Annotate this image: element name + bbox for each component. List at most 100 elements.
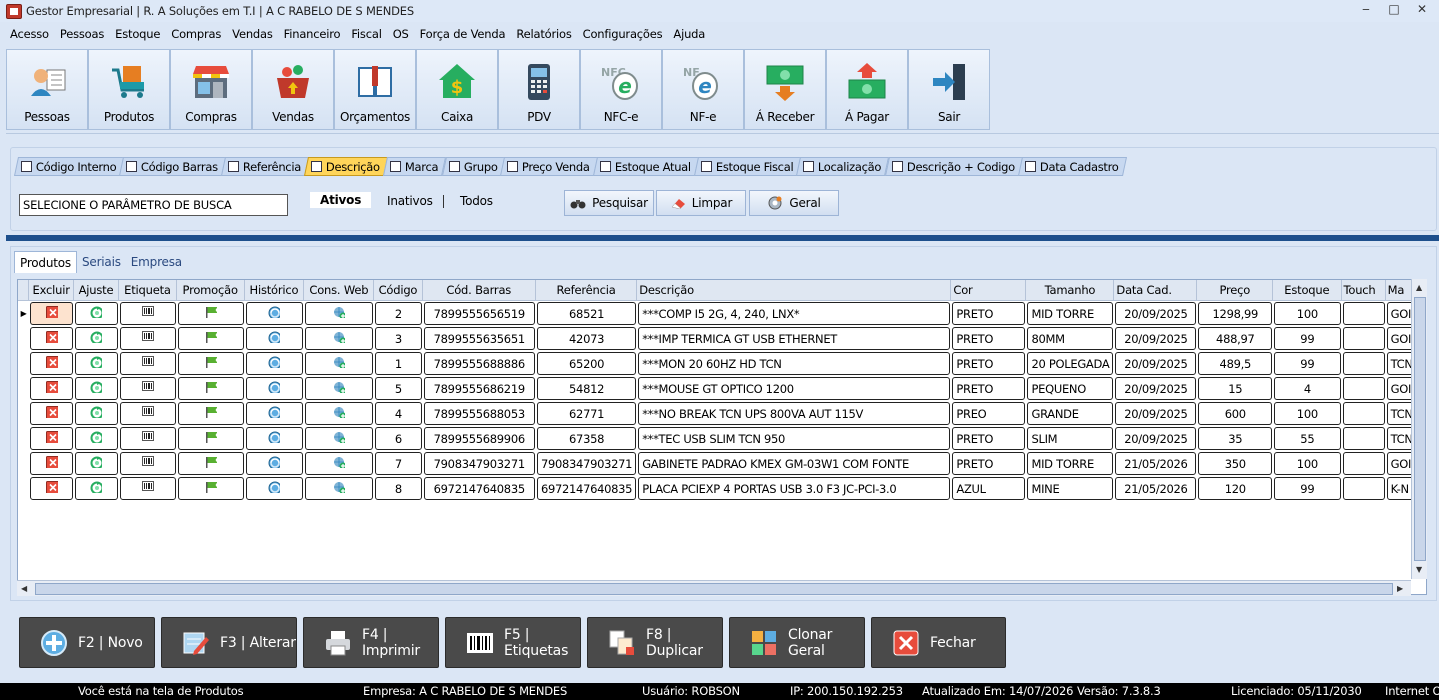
cell-etiqueta[interactable] bbox=[119, 301, 177, 326]
toolbar-sair-button[interactable]: Sair bbox=[908, 49, 990, 130]
cell-excluir[interactable] bbox=[29, 476, 74, 501]
cell-cod-barras[interactable]: 7899555656519 bbox=[423, 301, 536, 326]
header-historico[interactable]: Histórico bbox=[244, 280, 305, 301]
cell-tamanho[interactable]: MINE bbox=[1026, 476, 1114, 501]
promocao-button[interactable] bbox=[177, 327, 244, 350]
cell-excluir[interactable] bbox=[29, 351, 74, 376]
cell-cod-barras[interactable]: 7899555635651 bbox=[423, 326, 536, 351]
tab-estoque-fiscal[interactable]: Estoque Fiscal bbox=[694, 157, 802, 176]
cell-estoque[interactable]: 55 bbox=[1273, 426, 1341, 451]
excluir-button[interactable] bbox=[30, 377, 73, 400]
minimize-button[interactable]: ‒ bbox=[1359, 2, 1373, 16]
cell-descricao[interactable]: PLACA PCIEXP 4 PORTAS USB 3.0 F3 JC-PCI-… bbox=[637, 476, 951, 501]
cell-data-cad[interactable]: 20/09/2025 bbox=[1114, 351, 1197, 376]
tab-referencia[interactable]: Referência bbox=[221, 157, 310, 176]
cell-etiqueta[interactable] bbox=[119, 426, 177, 451]
cell-cod-barras[interactable]: 6972147640835 bbox=[423, 476, 536, 501]
cell-cons-web[interactable] bbox=[304, 426, 374, 451]
menu-os[interactable]: OS bbox=[389, 27, 413, 41]
close-window-button[interactable]: ✕ bbox=[1415, 2, 1429, 16]
cell-data-cad[interactable]: 20/09/2025 bbox=[1114, 426, 1197, 451]
cell-estoque[interactable]: 100 bbox=[1273, 401, 1341, 426]
cell-descricao[interactable]: ***MON 20 60HZ HD TCN bbox=[637, 351, 951, 376]
historico-button[interactable] bbox=[245, 477, 304, 500]
tab-empresa[interactable]: Empresa bbox=[126, 251, 187, 273]
novo-button[interactable]: F2 | Novo bbox=[19, 617, 155, 668]
header-ajuste[interactable]: Ajuste bbox=[73, 280, 120, 301]
cell-preco[interactable]: 120 bbox=[1197, 476, 1273, 501]
excluir-button[interactable] bbox=[30, 477, 73, 500]
cell-ajuste[interactable] bbox=[74, 326, 119, 351]
cons-web-button[interactable] bbox=[305, 377, 374, 400]
cell-tamanho[interactable]: 20 POLEGADA bbox=[1026, 351, 1114, 376]
cell-data-cad[interactable]: 20/09/2025 bbox=[1114, 301, 1197, 326]
toolbar-orcamentos-button[interactable]: Orçamentos bbox=[334, 49, 416, 130]
historico-button[interactable] bbox=[245, 377, 304, 400]
cell-preco[interactable]: 600 bbox=[1197, 401, 1273, 426]
cell-cons-web[interactable] bbox=[304, 401, 374, 426]
cell-touch[interactable] bbox=[1342, 476, 1386, 501]
historico-button[interactable] bbox=[245, 402, 304, 425]
tab-produtos[interactable]: Produtos bbox=[14, 251, 77, 273]
table-row[interactable]: 1 7899555688886 65200 ***MON 20 60HZ HD TCN… bbox=[18, 351, 1426, 376]
cell-tamanho[interactable]: SLIM bbox=[1026, 426, 1114, 451]
cell-touch[interactable] bbox=[1342, 451, 1386, 476]
cell-preco[interactable]: 350 bbox=[1197, 451, 1273, 476]
tab-marca[interactable]: Marca bbox=[383, 157, 447, 176]
cell-descricao[interactable]: ***COMP I5 2G, 4, 240, LNX* bbox=[637, 301, 951, 326]
cell-estoque[interactable]: 100 bbox=[1273, 451, 1341, 476]
cell-descricao[interactable]: GABINETE PADRAO KMEX GM-03W1 COM FONTE bbox=[637, 451, 951, 476]
horizontal-scrollbar[interactable]: ◀ ▶ bbox=[17, 580, 1411, 596]
horizontal-scroll-thumb[interactable] bbox=[35, 583, 1393, 595]
cell-etiqueta[interactable] bbox=[119, 476, 177, 501]
historico-button[interactable] bbox=[245, 302, 304, 325]
cell-cor[interactable]: AZUL bbox=[951, 476, 1026, 501]
cons-web-button[interactable] bbox=[305, 352, 374, 375]
etiqueta-button[interactable] bbox=[120, 477, 176, 500]
etiqueta-button[interactable] bbox=[120, 352, 176, 375]
cell-codigo[interactable]: 5 bbox=[374, 376, 422, 401]
ajuste-button[interactable] bbox=[74, 302, 119, 325]
cell-cons-web[interactable] bbox=[304, 476, 374, 501]
toolbar-a-pagar-button[interactable]: Á Pagar bbox=[826, 49, 908, 130]
cell-cod-barras[interactable]: 7908347903271 bbox=[423, 451, 536, 476]
cell-preco[interactable]: 488,97 bbox=[1197, 326, 1273, 351]
cell-cod-barras[interactable]: 7899555689906 bbox=[423, 426, 536, 451]
cell-excluir[interactable] bbox=[29, 401, 74, 426]
toolbar-a-receber-button[interactable]: Á Receber bbox=[744, 49, 826, 130]
etiqueta-button[interactable] bbox=[120, 402, 176, 425]
excluir-button[interactable] bbox=[30, 327, 73, 350]
scroll-right-icon[interactable]: ▶ bbox=[1397, 584, 1403, 593]
tab-data-cadastro[interactable]: Data Cadastro bbox=[1017, 157, 1127, 176]
ajuste-button[interactable] bbox=[74, 352, 119, 375]
tab-preco-venda[interactable]: Preço Venda bbox=[500, 157, 599, 176]
cell-excluir[interactable] bbox=[29, 376, 74, 401]
scroll-down-icon[interactable]: ▼ bbox=[1416, 565, 1422, 574]
table-row[interactable]: 6 7899555689906 67358 ***TEC USB SLIM TCN 9… bbox=[18, 426, 1426, 451]
tab-descricao-codigo[interactable]: Descrição + Codigo bbox=[884, 157, 1023, 176]
promocao-button[interactable] bbox=[177, 302, 244, 325]
clonar-geral-button[interactable]: Clonar Geral bbox=[729, 617, 865, 668]
menu-compras[interactable]: Compras bbox=[167, 27, 225, 41]
cell-historico[interactable] bbox=[245, 351, 305, 376]
menu-relatorios[interactable]: Relatórios bbox=[512, 27, 575, 41]
cell-cons-web[interactable] bbox=[304, 326, 374, 351]
clear-button[interactable]: Limpar bbox=[656, 190, 746, 216]
cell-cons-web[interactable] bbox=[304, 451, 374, 476]
toolbar-vendas-button[interactable]: Vendas bbox=[252, 49, 334, 130]
cell-excluir[interactable] bbox=[29, 426, 74, 451]
cell-touch[interactable] bbox=[1342, 376, 1386, 401]
cell-data-cad[interactable]: 20/09/2025 bbox=[1114, 326, 1197, 351]
etiqueta-button[interactable] bbox=[120, 452, 176, 475]
cell-codigo[interactable]: 1 bbox=[374, 351, 422, 376]
cell-referencia[interactable]: 67358 bbox=[536, 426, 637, 451]
filter-ativos[interactable]: Ativos bbox=[310, 192, 372, 208]
cell-referencia[interactable]: 42073 bbox=[536, 326, 637, 351]
cell-cons-web[interactable] bbox=[304, 376, 374, 401]
cell-historico[interactable] bbox=[245, 326, 305, 351]
maximize-button[interactable]: □ bbox=[1387, 2, 1401, 16]
scroll-up-icon[interactable]: ▲ bbox=[1416, 283, 1422, 292]
cell-cons-web[interactable] bbox=[304, 301, 374, 326]
tab-grupo[interactable]: Grupo bbox=[441, 157, 506, 176]
etiqueta-button[interactable] bbox=[120, 302, 176, 325]
